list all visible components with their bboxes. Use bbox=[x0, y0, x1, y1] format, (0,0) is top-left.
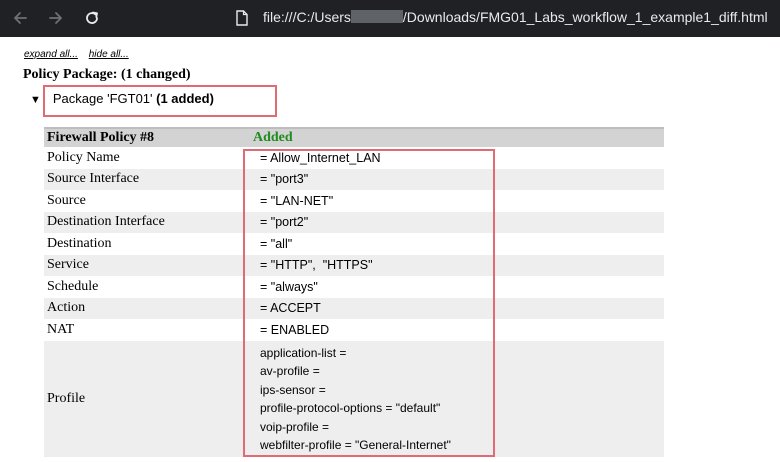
hide-all-link[interactable]: hide all... bbox=[89, 49, 129, 60]
redacted-username bbox=[350, 10, 403, 23]
row-key: Destination Interface bbox=[44, 211, 250, 233]
policy-status: Added bbox=[253, 130, 293, 145]
back-button[interactable] bbox=[8, 6, 32, 30]
row-key: Profile bbox=[44, 340, 250, 457]
collapse-triangle-icon[interactable]: ▼ bbox=[30, 94, 41, 106]
url-prefix: file:///C:/Users bbox=[263, 9, 351, 25]
row-key: Destination bbox=[47, 235, 112, 251]
arrow-right-icon bbox=[49, 12, 62, 24]
expand-all-link[interactable]: expand all... bbox=[24, 49, 78, 60]
url-suffix: /Downloads/FMG01_Labs_workflow_1_example… bbox=[402, 9, 768, 25]
policy-status-cell: Added bbox=[250, 127, 664, 147]
forward-button[interactable] bbox=[44, 6, 68, 30]
expand-links: expand all... hide all... bbox=[24, 49, 137, 60]
package-highlight-box bbox=[43, 85, 277, 117]
policy-header-row: Firewall Policy #8 Added bbox=[44, 127, 664, 147]
reload-button[interactable] bbox=[80, 6, 104, 30]
url-text: file:///C:/Users/Downloads/FMG01_Labs_wo… bbox=[263, 9, 768, 25]
row-key: Service bbox=[44, 254, 250, 276]
values-highlight-box bbox=[243, 149, 495, 457]
address-bar[interactable]: file:///C:/Users/Downloads/FMG01_Labs_wo… bbox=[229, 3, 780, 33]
row-key: Policy Name bbox=[47, 149, 120, 165]
policy-header: Firewall Policy #8 bbox=[44, 127, 250, 147]
row-key: NAT bbox=[47, 321, 75, 337]
policy-package-title: Policy Package: (1 changed) bbox=[23, 67, 191, 82]
file-icon bbox=[236, 10, 248, 26]
page-content: expand all... hide all... Policy Package… bbox=[0, 37, 780, 462]
reload-icon bbox=[86, 11, 98, 24]
row-key: Schedule bbox=[47, 278, 99, 294]
arrow-left-icon bbox=[14, 12, 27, 24]
row-key: Source bbox=[47, 192, 86, 208]
browser-toolbar: file:///C:/Users/Downloads/FMG01_Labs_wo… bbox=[0, 0, 780, 37]
row-key: Source Interface bbox=[44, 168, 250, 190]
row-key: Action bbox=[44, 297, 250, 319]
